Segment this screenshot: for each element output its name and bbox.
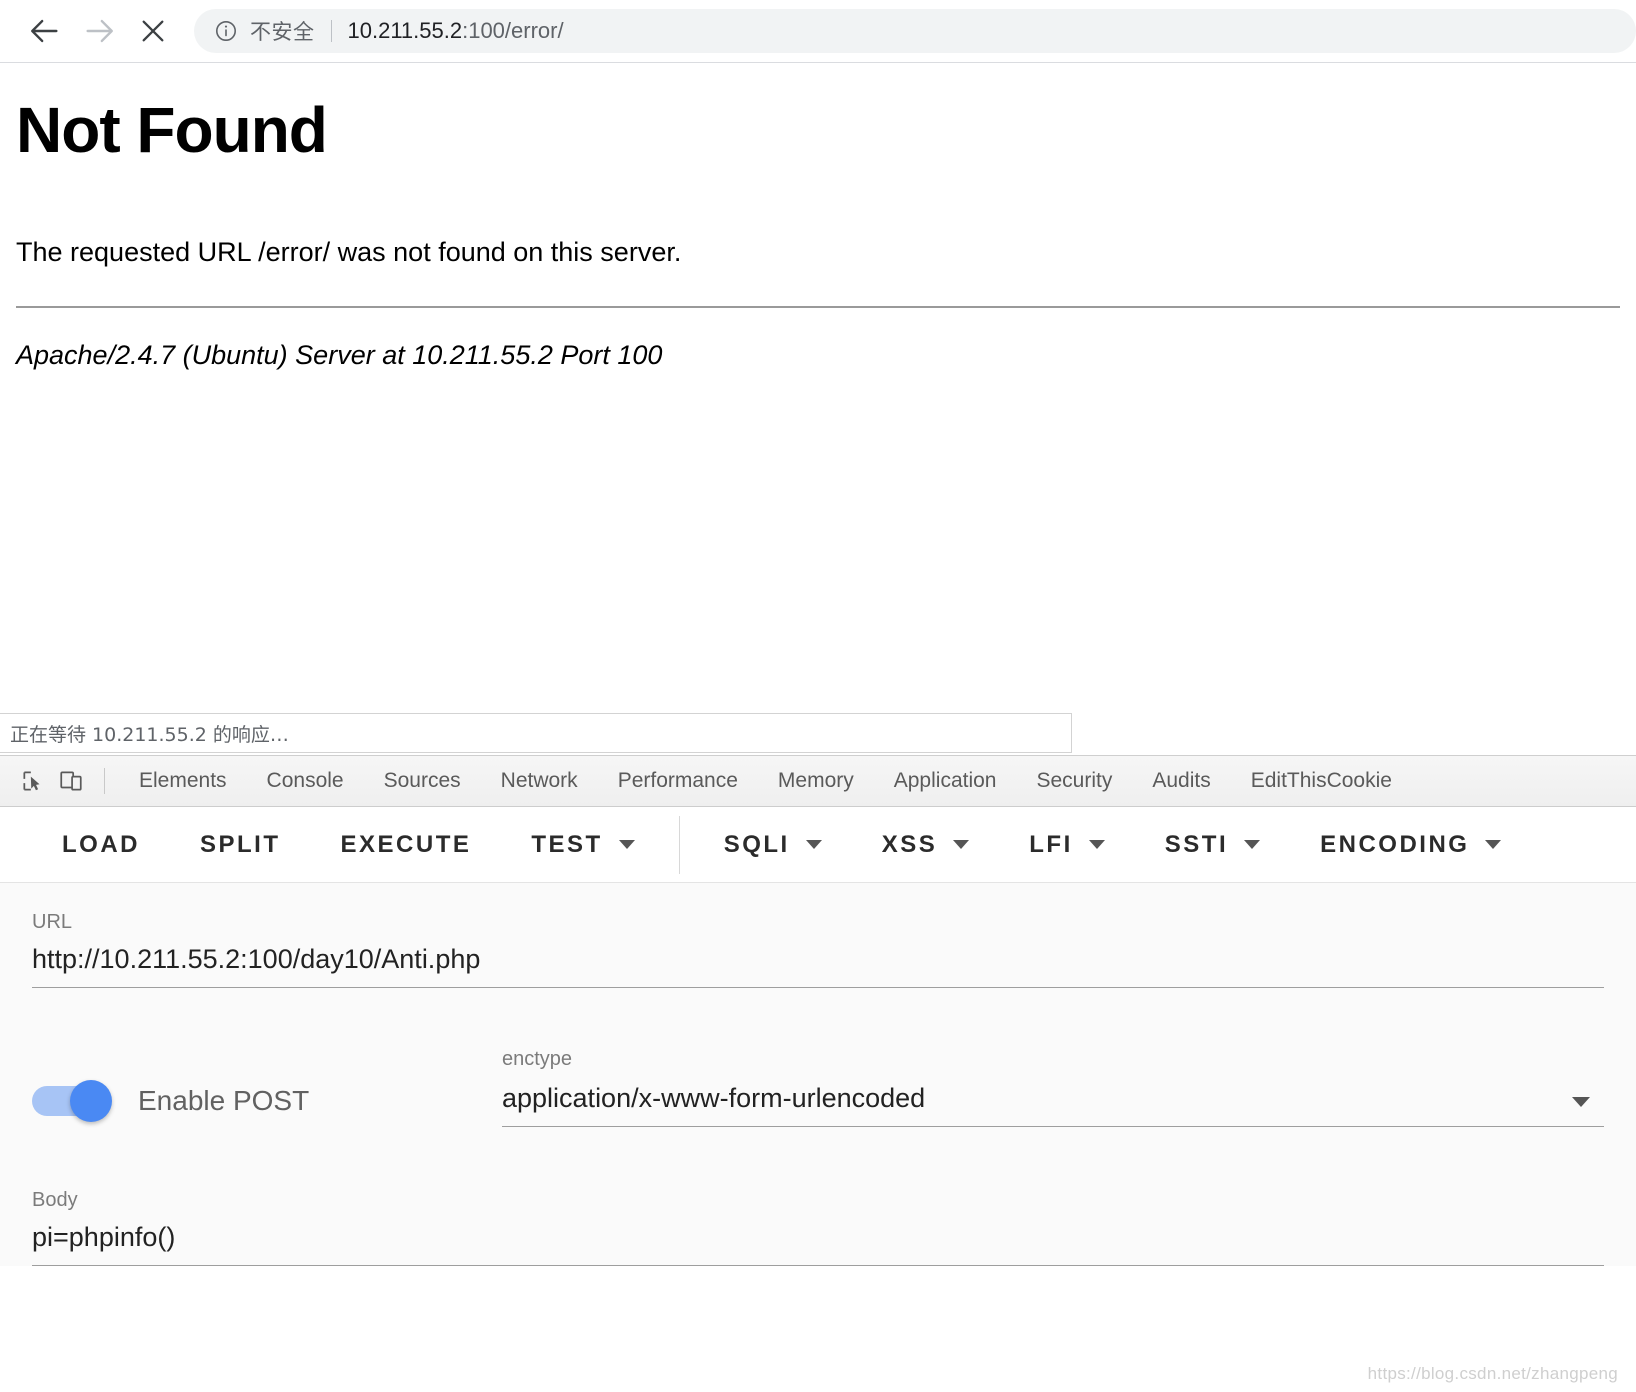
- tab-sources[interactable]: Sources: [364, 756, 481, 806]
- lfi-menu-label: LFI: [1029, 830, 1073, 858]
- chevron-down-icon: [618, 840, 635, 849]
- cursor-select-icon[interactable]: [14, 762, 52, 800]
- tab-audits[interactable]: Audits: [1132, 756, 1230, 806]
- status-bar-text: 正在等待 10.211.55.2 的响应…: [10, 723, 289, 746]
- sqli-menu-button[interactable]: SQLI: [694, 807, 852, 882]
- toolbar-divider: [0, 62, 1636, 63]
- info-circle-icon[interactable]: [214, 19, 238, 43]
- arrow-left-icon: [28, 14, 62, 48]
- tab-network[interactable]: Network: [481, 756, 598, 806]
- tab-security[interactable]: Security: [1016, 756, 1132, 806]
- body-field-label: Body: [32, 1189, 78, 1211]
- encoding-menu-label: ENCODING: [1320, 830, 1470, 858]
- enable-post-toggle[interactable]: Enable POST: [32, 1080, 502, 1127]
- chevron-down-icon: [1485, 840, 1502, 849]
- hackbar-toolbar-divider: [678, 815, 680, 874]
- tab-memory[interactable]: Memory: [758, 756, 874, 806]
- sqli-menu-label: SQLI: [723, 830, 790, 858]
- browser-toolbar: 不安全 10.211.55.2:100/error/: [0, 0, 1636, 62]
- address-bar-url[interactable]: 10.211.55.2:100/error/: [348, 18, 564, 44]
- execute-button[interactable]: EXECUTE: [311, 807, 502, 882]
- chevron-down-icon: [1244, 840, 1261, 849]
- page-title: Not Found: [16, 94, 328, 166]
- toggle-track[interactable]: [32, 1080, 112, 1122]
- devtools-tabbar: Elements Console Sources Network Perform…: [0, 755, 1636, 807]
- url-field-block: URL http://10.211.55.2:100/day10/Anti.ph…: [0, 883, 1636, 988]
- arrow-right-icon: [82, 14, 116, 48]
- address-bar-host: 10.211.55.2: [347, 18, 463, 43]
- load-button-label: LOAD: [62, 830, 140, 858]
- test-menu-button[interactable]: TEST: [501, 807, 664, 882]
- xss-menu-label: XSS: [881, 830, 938, 858]
- chevron-down-icon: [805, 840, 822, 849]
- forward-button[interactable]: [72, 4, 126, 58]
- enable-post-label: Enable POST: [138, 1085, 310, 1116]
- test-menu-label: TEST: [531, 830, 603, 858]
- hackbar-form: URL http://10.211.55.2:100/day10/Anti.ph…: [0, 883, 1636, 1266]
- toggle-knob: [70, 1080, 112, 1122]
- not-secure-label: 不安全: [250, 20, 315, 44]
- ssti-menu-button[interactable]: SSTI: [1135, 807, 1290, 882]
- ssti-menu-label: SSTI: [1164, 830, 1229, 858]
- split-button-label: SPLIT: [200, 830, 281, 858]
- body-field-block: Body pi=phpinfo(): [0, 1127, 1636, 1266]
- body-input[interactable]: pi=phpinfo(): [32, 1222, 1604, 1266]
- url-input[interactable]: http://10.211.55.2:100/day10/Anti.php: [32, 944, 1604, 988]
- encoding-menu-button[interactable]: ENCODING: [1290, 807, 1531, 882]
- close-icon: [137, 15, 169, 47]
- error-message: The requested URL /error/ was not found …: [16, 237, 682, 268]
- server-signature: Apache/2.4.7 (Ubuntu) Server at 10.211.5…: [16, 340, 663, 371]
- tab-console[interactable]: Console: [247, 756, 364, 806]
- hackbar-toolbar: LOAD SPLIT EXECUTE TEST SQLI XSS LFI SST…: [0, 807, 1636, 883]
- enctype-value[interactable]: application/x-www-form-urlencoded: [502, 1083, 1604, 1127]
- tab-editthiscookie[interactable]: EditThisCookie: [1231, 756, 1412, 806]
- omnibox-divider: [330, 20, 332, 42]
- post-row: Enable POST enctype application/x-www-fo…: [0, 988, 1636, 1127]
- enctype-label: enctype: [502, 1048, 573, 1070]
- devtools-icon-divider: [104, 768, 105, 794]
- split-button[interactable]: SPLIT: [170, 807, 311, 882]
- tab-elements[interactable]: Elements: [119, 756, 247, 806]
- watermark: https://blog.csdn.net/zhangpeng: [1367, 1364, 1618, 1383]
- stop-loading-button[interactable]: [126, 4, 180, 58]
- chevron-down-icon: [1088, 840, 1105, 849]
- address-bar-path: :100/error/: [462, 18, 564, 43]
- device-toggle-icon[interactable]: [52, 762, 90, 800]
- page-content: Not Found The requested URL /error/ was …: [0, 95, 1636, 735]
- devtools-panel: Elements Console Sources Network Perform…: [0, 755, 1636, 1266]
- address-bar[interactable]: 不安全 10.211.55.2:100/error/: [194, 9, 1636, 53]
- execute-button-label: EXECUTE: [340, 830, 472, 858]
- tab-application[interactable]: Application: [874, 756, 1017, 806]
- xss-menu-button[interactable]: XSS: [852, 807, 1000, 882]
- status-bar: 正在等待 10.211.55.2 的响应…: [0, 713, 1072, 753]
- enctype-select[interactable]: enctype application/x-www-form-urlencode…: [502, 1048, 1604, 1127]
- lfi-menu-button[interactable]: LFI: [999, 807, 1135, 882]
- tab-performance[interactable]: Performance: [598, 756, 758, 806]
- content-divider: [16, 306, 1620, 309]
- url-field-label: URL: [32, 911, 73, 933]
- load-button[interactable]: LOAD: [32, 807, 170, 882]
- back-button[interactable]: [18, 4, 72, 58]
- chevron-down-icon[interactable]: [1572, 1097, 1590, 1107]
- chevron-down-icon: [953, 840, 970, 849]
